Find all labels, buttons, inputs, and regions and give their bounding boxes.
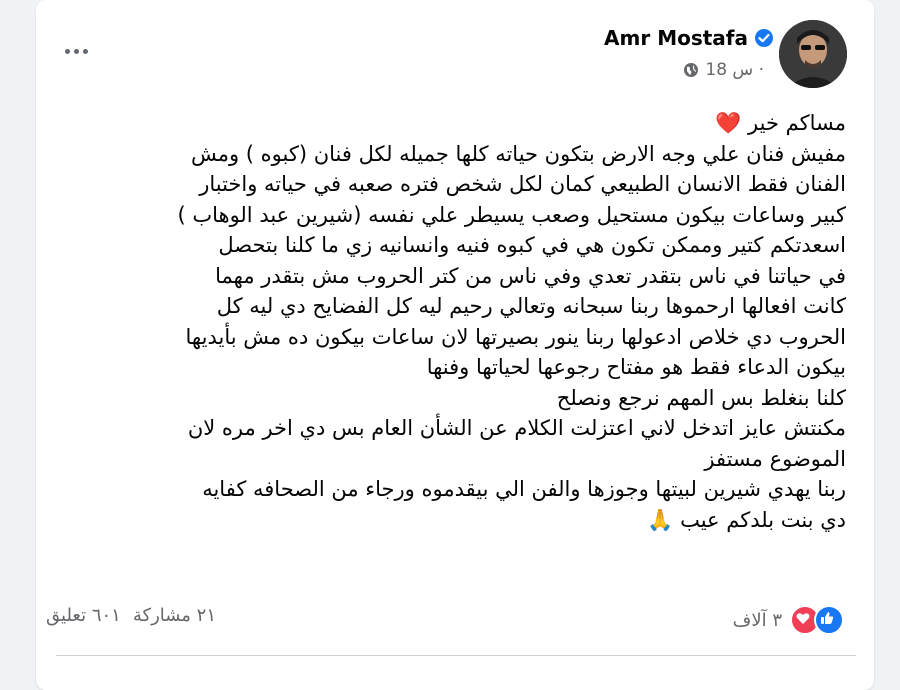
post-line: الفنان فقط الانسان الطبيعي كمان لكل شخص … xyxy=(199,172,846,196)
avatar-photo xyxy=(779,20,847,88)
post-header: Amr Mostafa 18 س · xyxy=(36,0,874,100)
post-line: دي بنت بلدكم عيب 🙏 xyxy=(647,507,846,532)
post-line: في حياتنا في ناس بتقدر تعدي وفي ناس من ك… xyxy=(215,263,846,288)
post-line: كبير وساعات بيكون مستحيل وصعب يسيطر علي … xyxy=(177,202,846,227)
verified-badge-icon xyxy=(754,28,774,48)
post-footer: ٢١ مشاركة ٦٠١ تعليق ٣ آلاف xyxy=(36,595,874,645)
like-reaction-icon xyxy=(814,605,844,635)
footer-divider xyxy=(56,655,856,656)
post-line: كلنا بنغلط بس المهم نرجع ونصلح xyxy=(556,385,846,410)
post-line: ربنا يهدي شيرين لبيتها وجوزها والفن الي … xyxy=(202,477,846,501)
post-line: كانت افعالها ارحموها ربنا سبحانه وتعالي … xyxy=(216,294,846,318)
post-line: اسعدتكم كتير وممكن تكون هي في كبوه فنيه … xyxy=(218,233,846,257)
comments-count[interactable]: ٦٠١ تعليق xyxy=(46,605,121,626)
globe-icon[interactable] xyxy=(683,62,699,78)
post-line: مفيش فنان علي وجه الارض بتكون حياته كلها… xyxy=(190,141,846,166)
reactions-summary[interactable]: ٣ آلاف xyxy=(733,605,844,635)
post-timestamp[interactable]: 18 س · xyxy=(705,60,764,80)
post-meta: 18 س · xyxy=(683,60,764,80)
post-line: بيكون الدعاء فقط هو مفتاح رجوعها لحياتها… xyxy=(426,355,846,379)
post-card: Amr Mostafa 18 س · مساكم خير ❤️ مفيش فنا… xyxy=(36,0,874,690)
author-block: Amr Mostafa xyxy=(604,26,774,50)
reaction-icons xyxy=(790,605,844,635)
post-line: الحروب دي خلاص ادعولها ربنا ينور بصيرتها… xyxy=(185,324,846,349)
post-line: مساكم خير ❤️ xyxy=(715,111,846,135)
post-line: الموضوع مستفز xyxy=(704,446,846,471)
author-avatar[interactable] xyxy=(779,20,847,88)
shares-count[interactable]: ٢١ مشاركة xyxy=(133,605,216,626)
engagement-stats: ٢١ مشاركة ٦٠١ تعليق xyxy=(46,605,216,626)
reactions-count[interactable]: ٣ آلاف xyxy=(733,610,782,631)
more-options-icon[interactable] xyxy=(56,36,96,66)
post-line: مكنتش عايز اتدخل لاني اعتزلت الكلام عن ا… xyxy=(187,416,846,440)
post-text: مساكم خير ❤️ مفيش فنان علي وجه الارض بتك… xyxy=(46,108,846,535)
author-name[interactable]: Amr Mostafa xyxy=(604,26,748,50)
